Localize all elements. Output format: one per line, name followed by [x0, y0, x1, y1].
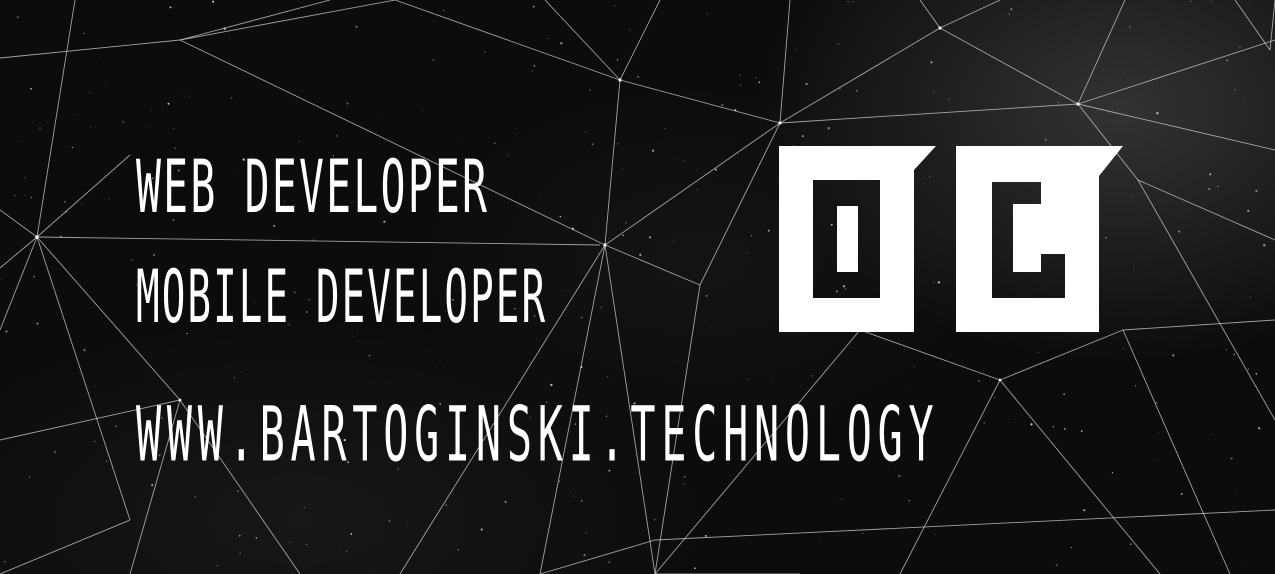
banner: WEB DEVELOPER MOBILE DEVELOPER WWW.BARTO…	[0, 0, 1275, 574]
headline-mobile-developer: MOBILE DEVELOPER	[136, 255, 548, 340]
bg-monogram-logo-icon	[779, 146, 1123, 332]
headline-web-developer: WEB DEVELOPER	[136, 145, 490, 230]
website-url: WWW.BARTOGINSKI.TECHNOLOGY	[136, 390, 940, 479]
